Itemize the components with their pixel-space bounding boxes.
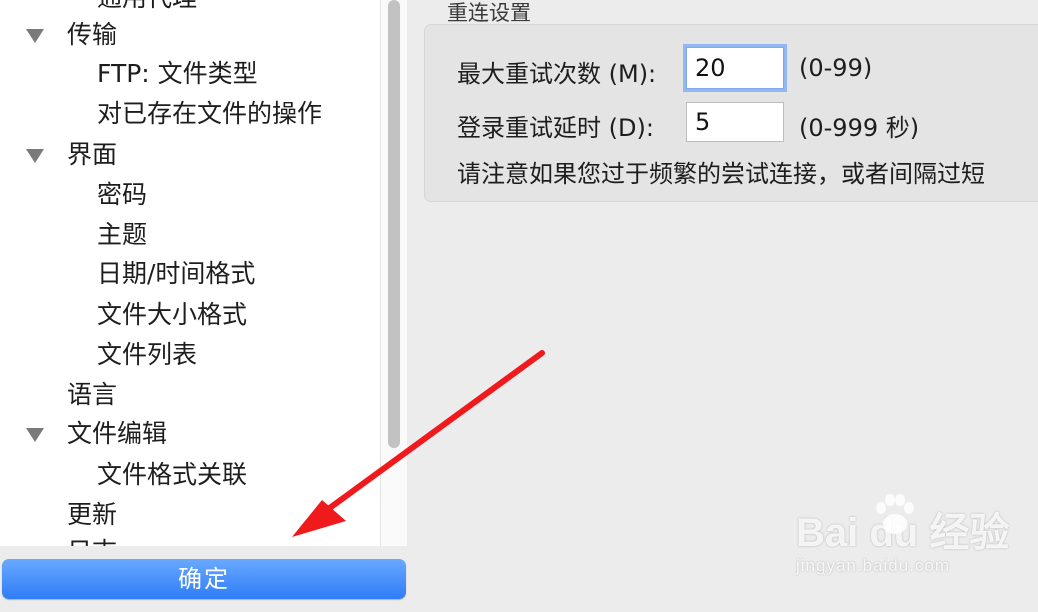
settings-window: 通用代理 传输 FTP: 文件类型 对已存在文件的操作 界面 密码 主题 日期/… — [0, 0, 1038, 612]
tree-item-label: 更新 — [67, 500, 118, 529]
tree-item-label: 文件大小格式 — [97, 300, 248, 329]
max-retries-label: 最大重试次数 (M): — [457, 60, 657, 88]
login-delay-label: 登录重试延时 (D): — [457, 114, 654, 142]
disclosure-triangle-icon[interactable] — [26, 29, 44, 43]
tree-scrollbar-thumb[interactable] — [388, 0, 400, 448]
paw-icon — [876, 494, 914, 534]
tree-item-label: 语言 — [67, 380, 118, 409]
tree-item-label: 文件格式关联 — [97, 460, 248, 489]
tree-item-label: 日期/时间格式 — [97, 259, 256, 288]
max-retries-input[interactable] — [686, 47, 784, 89]
reconnect-group-title: 重连设置 — [447, 1, 531, 25]
tree-item-label: 密码 — [97, 180, 148, 209]
settings-tree[interactable]: 通用代理 传输 FTP: 文件类型 对已存在文件的操作 界面 密码 主题 日期/… — [0, 0, 380, 546]
tree-item-label: 日志 — [67, 532, 117, 546]
ok-button[interactable]: 确定 — [2, 559, 406, 599]
tree-item-label: 界面 — [67, 140, 118, 169]
reconnect-notice: 请注意如果您过于频繁的尝试连接，或者间隔过短 — [457, 160, 985, 188]
tree-item-label: FTP: 文件类型 — [97, 59, 258, 88]
tree-item-label: 对已存在文件的操作 — [97, 99, 323, 128]
tree-item-label: 文件编辑 — [67, 419, 168, 448]
baidu-watermark: Bai du 经验 jingyan.baidu.com — [796, 494, 1009, 590]
login-delay-range-hint: (0-999 秒) — [799, 114, 920, 142]
tree-item-label: 传输 — [67, 20, 118, 49]
tree-item-label: 文件列表 — [97, 340, 198, 369]
watermark-url: jingyan.baidu.com — [796, 556, 951, 575]
login-delay-input[interactable] — [686, 102, 784, 142]
max-retries-range-hint: (0-99) — [799, 54, 873, 82]
disclosure-triangle-icon[interactable] — [26, 149, 44, 163]
disclosure-triangle-icon[interactable] — [26, 428, 44, 442]
tree-item-label: 主题 — [97, 220, 148, 249]
tree-scrollbar[interactable] — [380, 0, 407, 546]
